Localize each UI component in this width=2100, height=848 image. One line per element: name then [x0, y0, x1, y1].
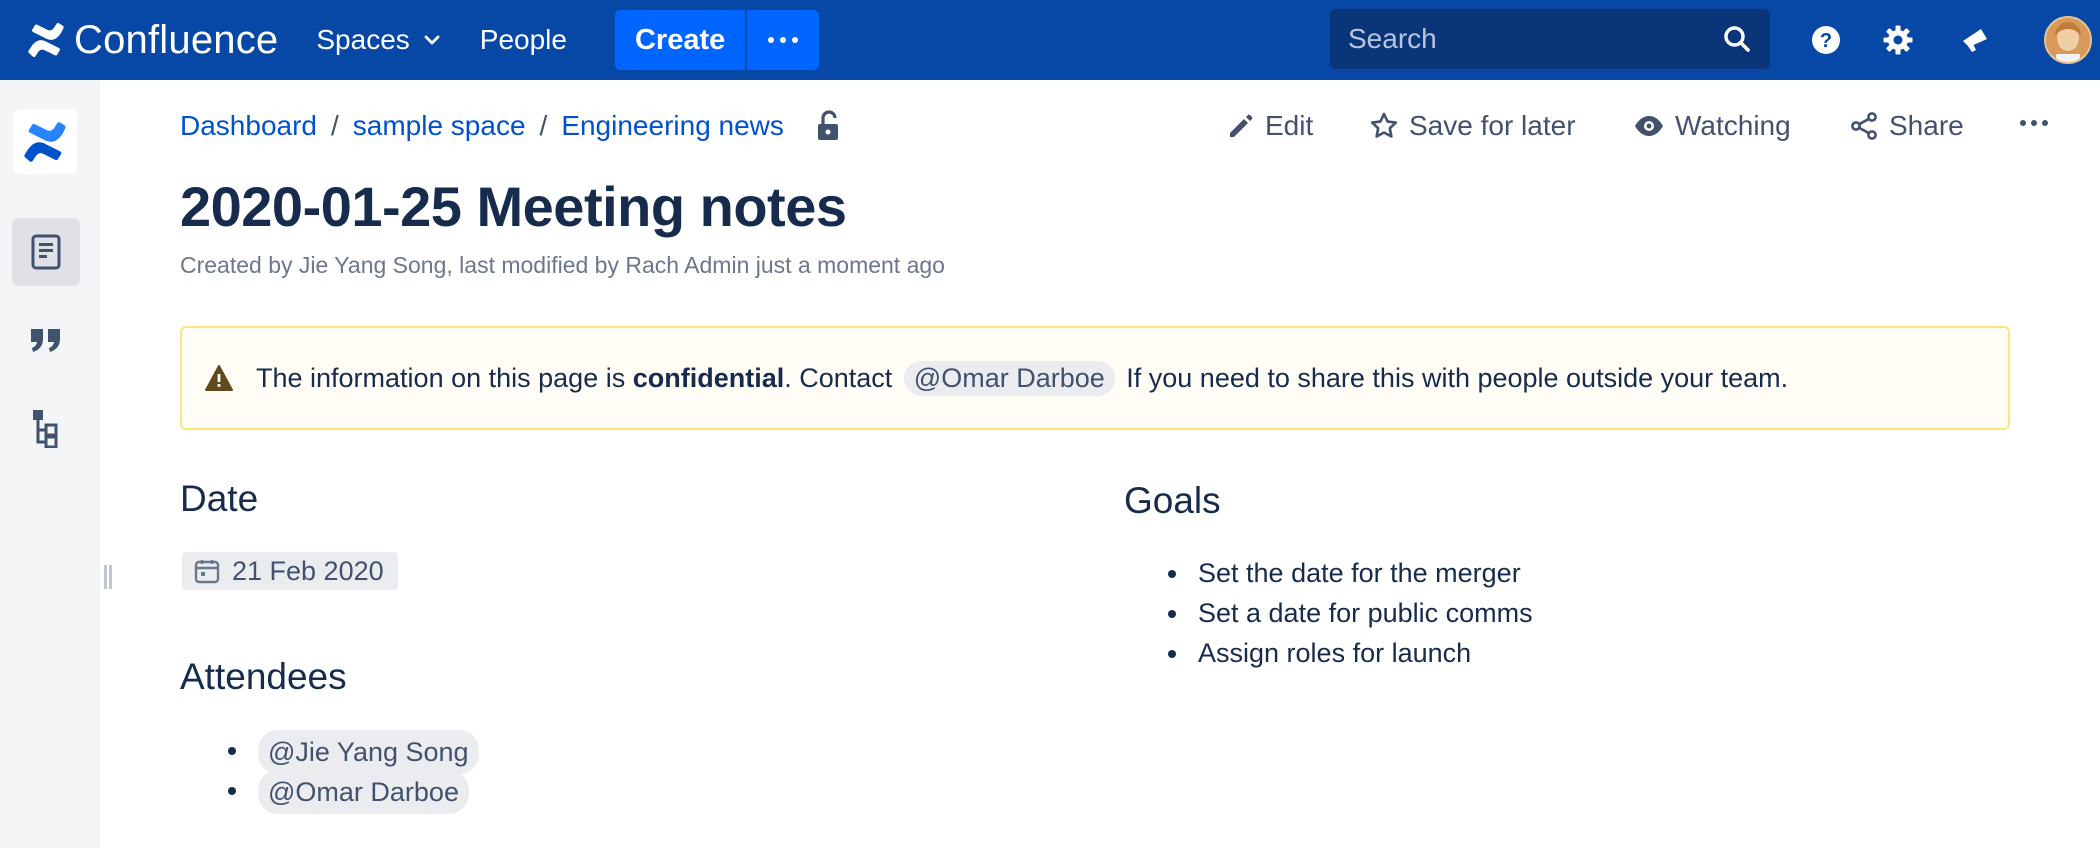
help-icon[interactable]: ?: [1806, 20, 1846, 60]
edit-button[interactable]: Edit: [1227, 110, 1313, 142]
sidebar-resize-handle[interactable]: [104, 565, 114, 589]
attendees-list: @Jie Yang Song @Omar Darboe: [224, 730, 483, 814]
search-icon[interactable]: [1722, 24, 1752, 54]
page-byline: Created by Jie Yang Song, last modified …: [180, 252, 945, 278]
space-sidebar: [0, 80, 100, 848]
more-dot: [768, 37, 775, 43]
calendar-icon: [194, 560, 220, 584]
share-button[interactable]: Share: [1849, 110, 1964, 142]
watching-button[interactable]: Watching: [1633, 110, 1791, 142]
people-label: People: [479, 24, 567, 55]
more-actions-icon[interactable]: [2017, 120, 2050, 126]
spaces-label: Spaces: [316, 24, 410, 55]
people-link[interactable]: People: [480, 24, 567, 56]
page-title: 2020-01-25 Meeting notes: [180, 175, 847, 238]
warning-text-part: The information on this page is: [256, 362, 633, 393]
confluence-space-icon: [24, 122, 66, 162]
date-heading: Date: [180, 478, 259, 519]
date-value: 21 Feb 2020: [232, 555, 384, 586]
edit-label: Edit: [1265, 110, 1314, 141]
search-box[interactable]: [1330, 9, 1770, 69]
more-dot: [780, 37, 787, 43]
warning-text-part: If you need to share this with people ou…: [1118, 362, 1789, 393]
share-label: Share: [1889, 110, 1964, 141]
save-for-later-button[interactable]: Save for later: [1369, 110, 1576, 142]
warning-bold-text: confidential: [632, 362, 785, 393]
top-navigation: Confluence Spaces People Create ?: [0, 0, 2100, 80]
blog-quote-icon: [31, 329, 60, 352]
warning-text-part: . Contact: [784, 362, 900, 393]
create-button-group: Create: [614, 10, 820, 70]
user-mention[interactable]: @Jie Yang Song: [258, 730, 479, 774]
confluence-logo-icon: [28, 23, 64, 57]
chevron-down-icon: [424, 35, 440, 45]
list-item: Assign roles for launch: [1164, 633, 1533, 673]
notifications-megaphone-icon[interactable]: [1955, 20, 1995, 60]
sidebar-blog[interactable]: [12, 306, 80, 374]
sidebar-pages[interactable]: [12, 218, 80, 286]
spaces-menu[interactable]: Spaces: [316, 24, 440, 56]
user-avatar[interactable]: [2044, 16, 2092, 64]
bullet-dot: [1168, 610, 1176, 618]
date-lozenge[interactable]: 21 Feb 2020: [182, 552, 398, 590]
goals-heading: Goals: [1124, 480, 1221, 521]
list-item: Set a date for public comms: [1164, 593, 1533, 633]
space-logo[interactable]: [13, 110, 77, 174]
bullet-dot: [1168, 570, 1176, 578]
more-dot: [792, 37, 799, 43]
list-item: Set the date for the merger: [1164, 553, 1533, 593]
page-actions: Edit Save for later Watching Share: [180, 110, 2060, 150]
warning-panel: The information on this page is confiden…: [180, 326, 2010, 430]
search-input[interactable]: [1348, 23, 1722, 55]
attendees-heading: Attendees: [180, 656, 347, 697]
pencil-icon: [1230, 114, 1253, 137]
sidebar-page-tree[interactable]: [12, 394, 80, 462]
app-name: Confluence: [74, 17, 279, 62]
list-item: @Omar Darboe: [224, 770, 483, 814]
user-mention[interactable]: @Omar Darboe: [903, 360, 1115, 396]
user-mention[interactable]: @Omar Darboe: [258, 770, 469, 814]
bullet-dot: [1168, 650, 1176, 658]
confluence-logo[interactable]: Confluence: [28, 0, 278, 80]
warning-icon: [205, 365, 233, 391]
goals-list: Set the date for the merger Set a date f…: [1164, 553, 1533, 673]
svg-text:?: ?: [1820, 30, 1832, 52]
eye-icon: [1635, 116, 1663, 136]
save-for-later-label: Save for later: [1409, 110, 1576, 141]
pages-icon: [31, 234, 61, 270]
page-tree-icon: [33, 410, 58, 448]
list-item: @Jie Yang Song: [224, 730, 483, 774]
warning-text: The information on this page is confiden…: [256, 360, 1789, 396]
create-button[interactable]: Create: [614, 10, 748, 70]
star-icon: [1370, 112, 1398, 138]
create-more-button[interactable]: [747, 10, 820, 70]
share-icon: [1851, 112, 1877, 140]
settings-gear-icon[interactable]: [1878, 20, 1918, 60]
watching-label: Watching: [1675, 110, 1791, 141]
